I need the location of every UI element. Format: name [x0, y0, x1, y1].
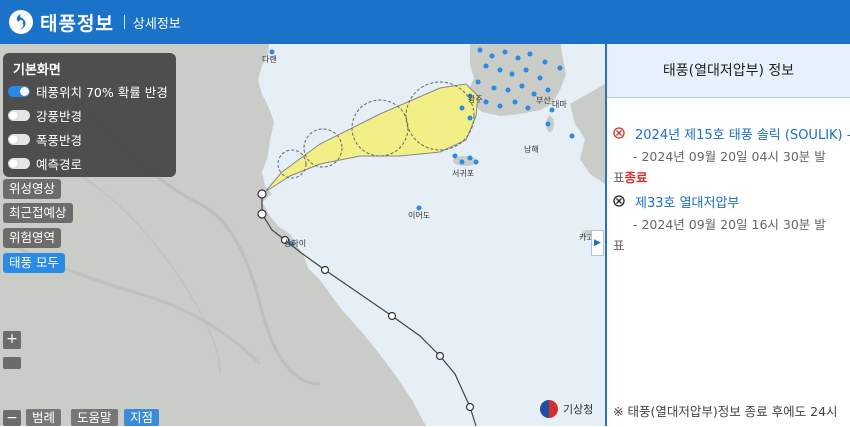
ended-badge: 종료 [624, 170, 648, 185]
storm-item[interactable]: 2024년 제15호 태풍 솔릭 (SOULIK) - - 2024년 09월 … [613, 124, 850, 186]
header-divider [123, 15, 125, 29]
toggle-switch[interactable] [8, 85, 30, 97]
kma-brand: 기상청 [540, 400, 593, 418]
layer-toggle-strong-wind[interactable]: 강풍반경 [3, 103, 176, 127]
app-header: 태풍정보 상세정보 [0, 0, 850, 44]
layer-toggle-storm-radius[interactable]: 폭풍반경 [3, 127, 176, 151]
info-note: ※ 태풍(열대저압부)정보 종료 후에도 24시 [613, 404, 838, 419]
danger-zone-button[interactable]: 위험영역 [3, 228, 62, 248]
layer-toggle-forecast-track[interactable]: 예측경로 [3, 151, 176, 175]
label-shanghai: 상하이 [284, 238, 306, 248]
label-daema: 대마 [552, 100, 567, 109]
label-busan: 부산 [536, 95, 551, 105]
info-panel-title: 태풍(열대저압부) 정보 [607, 44, 850, 98]
kma-label: 기상청 [563, 403, 594, 416]
toggle-switch[interactable] [8, 157, 30, 169]
x-circle-red-icon [613, 127, 625, 139]
layer-label: 예측경로 [36, 156, 83, 172]
closest-approach-button[interactable]: 최근접예상 [3, 203, 73, 223]
layer-toggle-probability-radius[interactable]: 태풍위치 70% 확률 반경 [3, 79, 176, 103]
storm-name[interactable]: 제33호 열대저압부 [635, 192, 739, 211]
kma-emblem-icon [540, 400, 558, 418]
storm-status: 표종료 [613, 170, 648, 185]
layer-panel: 기본화면 태풍위치 70% 확률 반경 강풍반경 폭풍반경 예측경로 [3, 53, 176, 177]
legend-button[interactable]: 범례 [26, 409, 62, 426]
toggle-switch[interactable] [8, 109, 30, 121]
station-button[interactable]: 지점 [124, 409, 160, 426]
app-title: 태풍정보 [40, 12, 114, 35]
zoom-slider-handle[interactable] [3, 357, 21, 369]
satellite-button[interactable]: 위성영상 [3, 179, 62, 199]
layer-label: 태풍위치 70% 확률 반경 [36, 84, 168, 100]
storm-issue-time: - 2024년 09월 20일 16시 30분 발 [633, 217, 826, 232]
zoom-out-button[interactable]: − [3, 410, 21, 426]
storm-name[interactable]: 2024년 제15호 태풍 솔릭 (SOULIK) - [635, 124, 850, 143]
typhoon-forecast-area [264, 83, 479, 193]
x-circle-black-icon [613, 195, 625, 207]
help-button[interactable]: 도움말 [71, 409, 118, 426]
label-seogwipo: 서귀포 [452, 168, 474, 178]
label-ieodo: 이어도 [408, 210, 430, 220]
all-typhoons-button[interactable]: 태풍 모두 [3, 253, 65, 273]
label-dalian: 다롄 [262, 54, 277, 64]
layer-label: 강풍반경 [36, 108, 83, 124]
layer-panel-title: 기본화면 [13, 63, 61, 78]
toggle-switch[interactable] [8, 133, 30, 145]
label-namhae: 남해 [524, 144, 539, 154]
japan-landmass [570, 84, 605, 184]
label-gwangju: 광주 [468, 94, 483, 104]
zoom-in-button[interactable]: + [3, 331, 21, 349]
detail-info-link[interactable]: 상세정보 [133, 13, 181, 32]
panel-collapse-chevron-icon[interactable]: ▶ [591, 230, 604, 256]
storm-issue-time: - 2024년 09월 20일 04시 30분 발 [633, 149, 826, 164]
storm-item[interactable]: 제33호 열대저압부 - 2024년 09월 20일 16시 30분 발 표 [613, 192, 850, 254]
layer-label: 폭풍반경 [36, 132, 83, 148]
storm-status: 표 [613, 238, 625, 253]
typhoon-logo-icon [9, 10, 33, 34]
typhoon-info-panel: 태풍(열대저압부) 정보 2024년 제15호 태풍 솔릭 (SOULIK) -… [605, 44, 850, 426]
